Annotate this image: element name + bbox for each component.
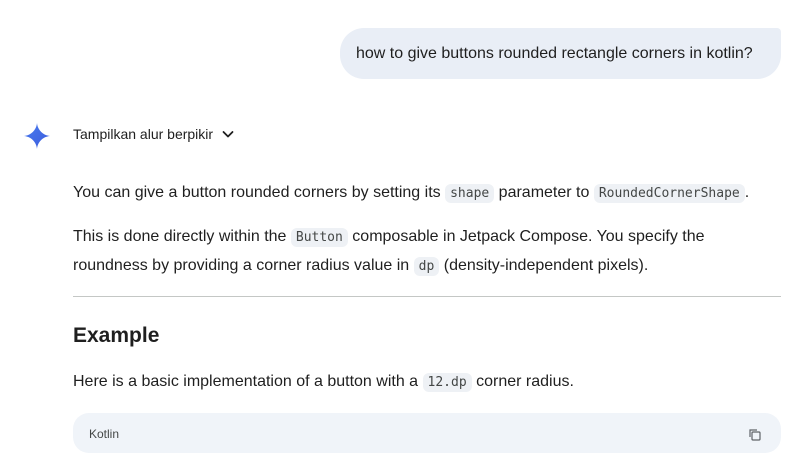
inline-code: RoundedCornerShape (593, 184, 745, 203)
sparkle-icon (24, 123, 50, 149)
text: . (744, 184, 750, 201)
show-thinking-label: Tampilkan alur berpikir (73, 126, 214, 142)
response-paragraph-2: This is done directly within the Button … (73, 223, 793, 281)
inline-code: Button (290, 228, 348, 247)
response-paragraph-3: Here is a basic implementation of a butt… (73, 368, 793, 397)
user-message-bubble: how to give buttons rounded rectangle co… (340, 28, 781, 79)
code-language-label: Kotlin (89, 427, 120, 441)
text: composable in Jetpack Compose. You speci… (347, 228, 705, 245)
response-paragraph-1: You can give a button rounded corners by… (73, 179, 793, 208)
text: parameter to (494, 184, 594, 201)
inline-code: dp (413, 257, 440, 276)
text: corner radius. (471, 373, 574, 390)
section-heading: Example (73, 324, 160, 347)
code-block: Kotlin (73, 413, 781, 453)
copy-icon[interactable] (749, 429, 761, 441)
inline-code: 12.dp (422, 373, 472, 392)
text: Here is a basic implementation of a butt… (73, 373, 423, 390)
inline-code: shape (445, 184, 495, 203)
text: (density-independent pixels). (439, 257, 649, 274)
show-thinking-toggle[interactable]: Tampilkan alur berpikir (73, 126, 235, 142)
user-message-text: how to give buttons rounded rectangle co… (356, 44, 753, 62)
text: You can give a button rounded corners by… (73, 184, 446, 201)
text: roundness by providing a corner radius v… (73, 257, 414, 274)
chevron-down-icon (222, 131, 234, 138)
text: This is done directly within the (73, 228, 291, 245)
section-divider (73, 296, 781, 297)
